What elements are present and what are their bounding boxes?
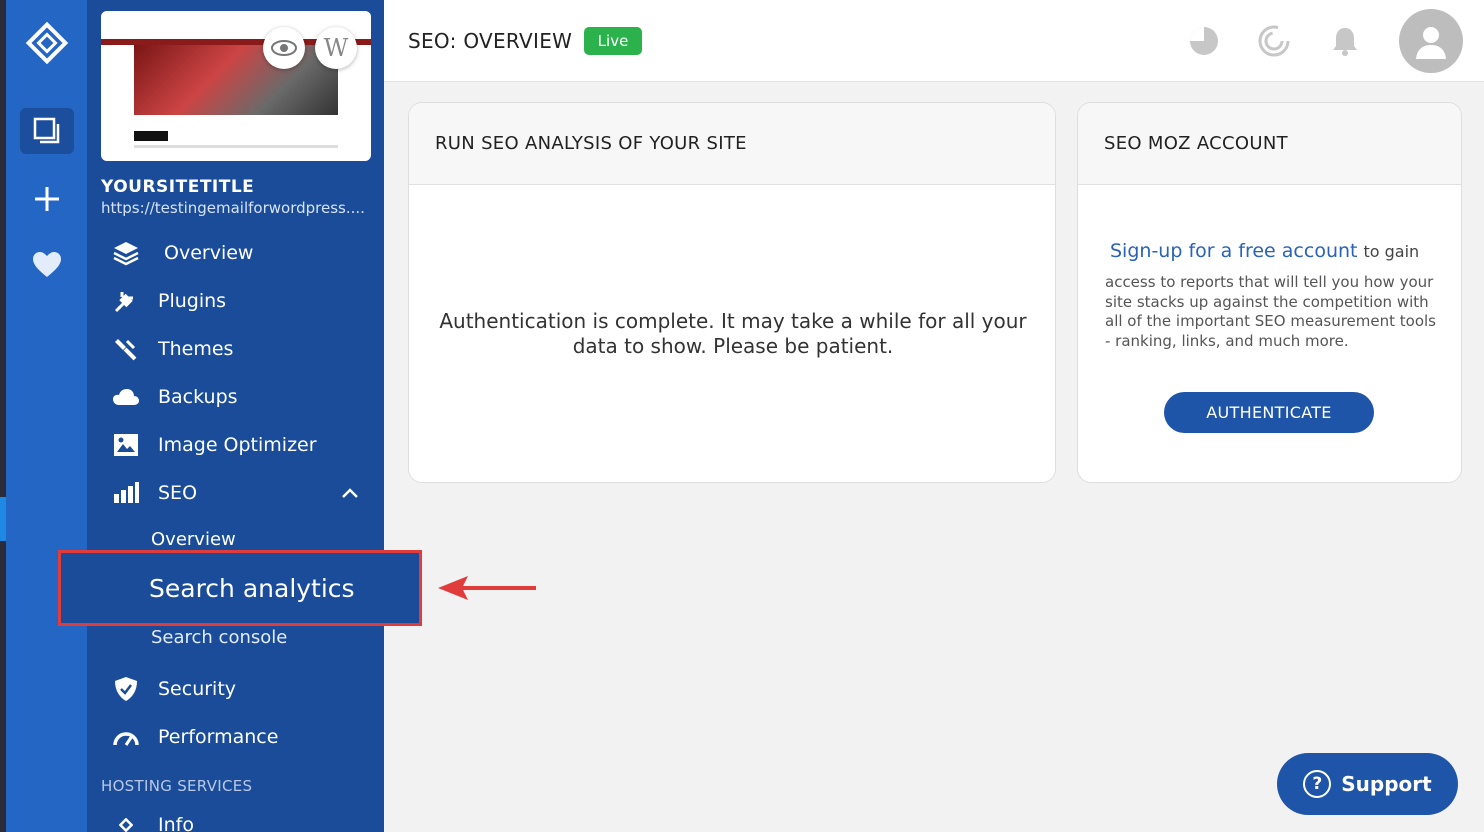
nav-item-plugins[interactable]: Plugins: [111, 284, 226, 318]
bell-icon[interactable]: [1326, 22, 1364, 60]
top-header: SEO: OVERVIEW Live: [384, 0, 1484, 82]
seo-analysis-card: RUN SEO ANALYSIS OF YOUR SITE Authentica…: [408, 102, 1056, 483]
search-analytics-label: Search analytics: [149, 573, 355, 603]
heart-icon[interactable]: [20, 242, 74, 288]
nav-item-themes[interactable]: Themes: [111, 332, 233, 366]
nav-label-info: Info: [158, 814, 194, 832]
nav-label-performance: Performance: [158, 726, 279, 748]
nav-item-backups[interactable]: Backups: [111, 380, 238, 414]
authenticate-button[interactable]: AUTHENTICATE: [1164, 392, 1374, 433]
layers-icon: [111, 238, 141, 268]
nav-item-info[interactable]: Info: [111, 808, 194, 832]
nav-label-overview: Overview: [164, 242, 254, 264]
gauge-icon: [111, 722, 141, 752]
add-site-icon[interactable]: [20, 176, 74, 222]
preview-eye-icon[interactable]: [263, 27, 305, 69]
nav-label-backups: Backups: [158, 386, 238, 408]
moz-description: access to reports that will tell you how…: [1105, 273, 1436, 350]
nav-label-image-optimizer: Image Optimizer: [158, 434, 317, 456]
chevron-up-icon[interactable]: [341, 486, 359, 500]
nav-item-seo[interactable]: SEO: [111, 476, 197, 510]
nav-item-overview[interactable]: Overview: [111, 236, 253, 270]
help-icon: ?: [1303, 770, 1332, 798]
support-label: Support: [1341, 772, 1432, 796]
site-title: YOURSITETITLE: [101, 177, 255, 197]
nav-label-themes: Themes: [158, 338, 234, 360]
site-preview-image: [134, 45, 338, 115]
nav-item-security[interactable]: Security: [111, 672, 236, 706]
bar-chart-icon: [111, 478, 141, 508]
pie-chart-icon[interactable]: [1185, 22, 1223, 60]
seo-analysis-title: RUN SEO ANALYSIS OF YOUR SITE: [409, 103, 1055, 185]
wordpress-icon[interactable]: W: [315, 27, 357, 69]
seo-sub-overview[interactable]: Overview: [151, 529, 236, 550]
cloud-icon: [111, 382, 141, 412]
nav-label-security: Security: [158, 678, 237, 700]
plug-icon: [111, 286, 141, 316]
auth-complete-message: Authentication is complete. It may take …: [439, 309, 1027, 358]
shield-icon: [111, 674, 141, 704]
icon-rail: [6, 0, 87, 832]
nav-label-seo: SEO: [158, 482, 198, 504]
nav-item-image-optimizer[interactable]: Image Optimizer: [111, 428, 317, 462]
page-title: SEO: OVERVIEW: [408, 29, 573, 53]
paintbrush-icon: [111, 334, 141, 364]
site-url[interactable]: https://testingemailforwordpress....: [101, 199, 367, 217]
activity-ring-icon[interactable]: [1255, 22, 1293, 60]
user-avatar[interactable]: [1399, 9, 1463, 73]
signup-suffix: to gain: [1363, 242, 1420, 261]
seo-sub-search-analytics[interactable]: Search analytics: [58, 550, 422, 626]
site-thumbnail[interactable]: W: [101, 11, 371, 161]
image-icon: [111, 430, 141, 460]
seo-moz-title: SEO MOZ ACCOUNT: [1078, 103, 1461, 185]
logo-icon[interactable]: [20, 20, 74, 66]
sites-icon[interactable]: [20, 108, 74, 154]
hosting-services-header: HOSTING SERVICES: [101, 777, 253, 795]
signup-link[interactable]: Sign-up for a free account: [1110, 240, 1357, 262]
red-arrow-annotation: [438, 576, 536, 600]
nav-item-performance[interactable]: Performance: [111, 720, 278, 754]
seo-moz-card: SEO MOZ ACCOUNT Sign-up for a free accou…: [1077, 102, 1462, 483]
live-badge: Live: [584, 27, 642, 55]
diamond-icon: [111, 810, 141, 832]
site-nav-panel: W YOURSITETITLE https://testingemailforw…: [87, 0, 384, 832]
support-button[interactable]: ? Support: [1277, 753, 1458, 815]
seo-sub-search-console[interactable]: Search console: [151, 627, 287, 648]
nav-label-plugins: Plugins: [158, 290, 227, 312]
